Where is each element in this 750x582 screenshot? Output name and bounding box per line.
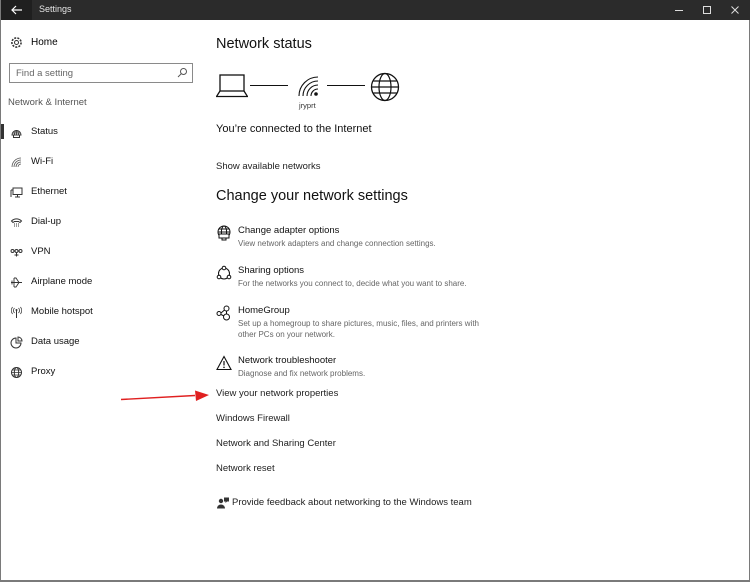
sidebar-item-dialup[interactable]: Dial-up bbox=[1, 211, 201, 233]
network-sharing-center-link[interactable]: Network and Sharing Center bbox=[216, 438, 336, 449]
wifi-signal-icon bbox=[298, 76, 319, 97]
connector-line bbox=[327, 85, 365, 86]
annotation-arrow bbox=[120, 390, 209, 401]
home-label: Home bbox=[31, 37, 58, 48]
sidebar-item-proxy[interactable]: Proxy bbox=[1, 361, 201, 383]
sidebar-item-label: Airplane mode bbox=[31, 276, 93, 287]
search-input[interactable]: Find a setting bbox=[9, 63, 193, 83]
view-network-properties-link[interactable]: View your network properties bbox=[216, 388, 338, 399]
dialup-icon bbox=[10, 218, 23, 227]
airplane-icon bbox=[11, 277, 22, 288]
sidebar-item-data-usage[interactable]: Data usage bbox=[1, 331, 201, 353]
feedback-icon bbox=[217, 497, 229, 509]
search-placeholder: Find a setting bbox=[16, 68, 74, 79]
option-description: Set up a homegroup to share pictures, mu… bbox=[238, 319, 480, 339]
network-diagram: jryprt bbox=[216, 72, 406, 122]
adapter-icon bbox=[217, 225, 231, 241]
hotspot-icon bbox=[10, 306, 23, 318]
homegroup-option[interactable]: HomeGroup Set up a homegroup to share pi… bbox=[216, 305, 506, 343]
gear-icon bbox=[11, 37, 22, 48]
sidebar-item-label: VPN bbox=[31, 246, 51, 257]
wifi-icon bbox=[11, 157, 22, 168]
network-troubleshooter[interactable]: Network troubleshooter Diagnose and fix … bbox=[216, 355, 506, 383]
sidebar-item-label: Data usage bbox=[31, 336, 80, 347]
laptop-icon bbox=[216, 74, 248, 98]
sharing-icon bbox=[216, 265, 232, 280]
back-button[interactable] bbox=[1, 0, 32, 20]
settings-window: Settings Home Find a setting Network & I… bbox=[0, 0, 750, 582]
close-button[interactable] bbox=[719, 0, 750, 20]
ethernet-icon bbox=[10, 187, 23, 198]
maximize-icon bbox=[703, 6, 711, 14]
title-bar: Settings bbox=[1, 0, 750, 20]
network-name: jryprt bbox=[299, 101, 316, 110]
data-usage-icon bbox=[10, 336, 23, 349]
feedback-link[interactable]: Provide feedback about networking to the… bbox=[216, 497, 486, 511]
option-title: Sharing options bbox=[238, 265, 305, 276]
sidebar-item-airplane-mode[interactable]: Airplane mode bbox=[1, 271, 201, 293]
option-description: View network adapters and change connect… bbox=[238, 239, 436, 248]
change-adapter-options[interactable]: Change adapter options View network adap… bbox=[216, 225, 506, 253]
network-status-heading: Network status bbox=[216, 36, 312, 52]
option-title: Change adapter options bbox=[238, 225, 340, 236]
warning-icon bbox=[216, 355, 232, 371]
internet-globe-icon bbox=[370, 72, 400, 102]
section-label: Network & Internet bbox=[8, 97, 87, 108]
search-icon[interactable] bbox=[177, 67, 188, 78]
homegroup-icon bbox=[216, 305, 230, 321]
sidebar-item-label: Wi-Fi bbox=[31, 156, 54, 167]
sidebar-item-label: Dial-up bbox=[31, 216, 62, 227]
status-globe-icon bbox=[11, 130, 22, 138]
sharing-options[interactable]: Sharing options For the networks you con… bbox=[216, 265, 506, 293]
change-settings-heading: Change your network settings bbox=[216, 188, 408, 204]
globe-icon bbox=[11, 367, 22, 378]
network-reset-link[interactable]: Network reset bbox=[216, 463, 275, 474]
sidebar-item-label: Mobile hotspot bbox=[31, 306, 93, 317]
sidebar-item-vpn[interactable]: VPN bbox=[1, 241, 201, 263]
back-arrow-icon bbox=[10, 5, 22, 15]
option-title: Network troubleshooter bbox=[238, 355, 337, 366]
sidebar-item-label: Proxy bbox=[31, 366, 56, 377]
home-nav[interactable]: Home bbox=[10, 36, 58, 49]
windows-firewall-link[interactable]: Windows Firewall bbox=[216, 413, 290, 424]
minimize-icon bbox=[675, 10, 683, 11]
option-description: Diagnose and fix network problems. bbox=[238, 369, 366, 378]
vpn-icon bbox=[10, 249, 23, 257]
option-description: For the networks you connect to, decide … bbox=[238, 279, 467, 288]
sidebar-item-ethernet[interactable]: Ethernet bbox=[1, 181, 201, 203]
sidebar-item-status[interactable]: Status bbox=[1, 121, 201, 143]
show-available-networks-link[interactable]: Show available networks bbox=[216, 161, 321, 172]
connector-line bbox=[250, 85, 288, 86]
window-title: Settings bbox=[39, 4, 72, 14]
close-icon bbox=[731, 6, 739, 14]
sidebar-item-wifi[interactable]: Wi-Fi bbox=[1, 151, 201, 173]
option-title: HomeGroup bbox=[238, 305, 290, 316]
sidebar: Home Find a setting Network & Internet S… bbox=[1, 20, 201, 580]
sidebar-item-label: Status bbox=[31, 126, 58, 137]
feedback-label: Provide feedback about networking to the… bbox=[232, 497, 472, 508]
sidebar-item-mobile-hotspot[interactable]: Mobile hotspot bbox=[1, 301, 201, 323]
connection-status-text: You’re connected to the Internet bbox=[216, 123, 372, 135]
sidebar-item-label: Ethernet bbox=[31, 186, 67, 197]
